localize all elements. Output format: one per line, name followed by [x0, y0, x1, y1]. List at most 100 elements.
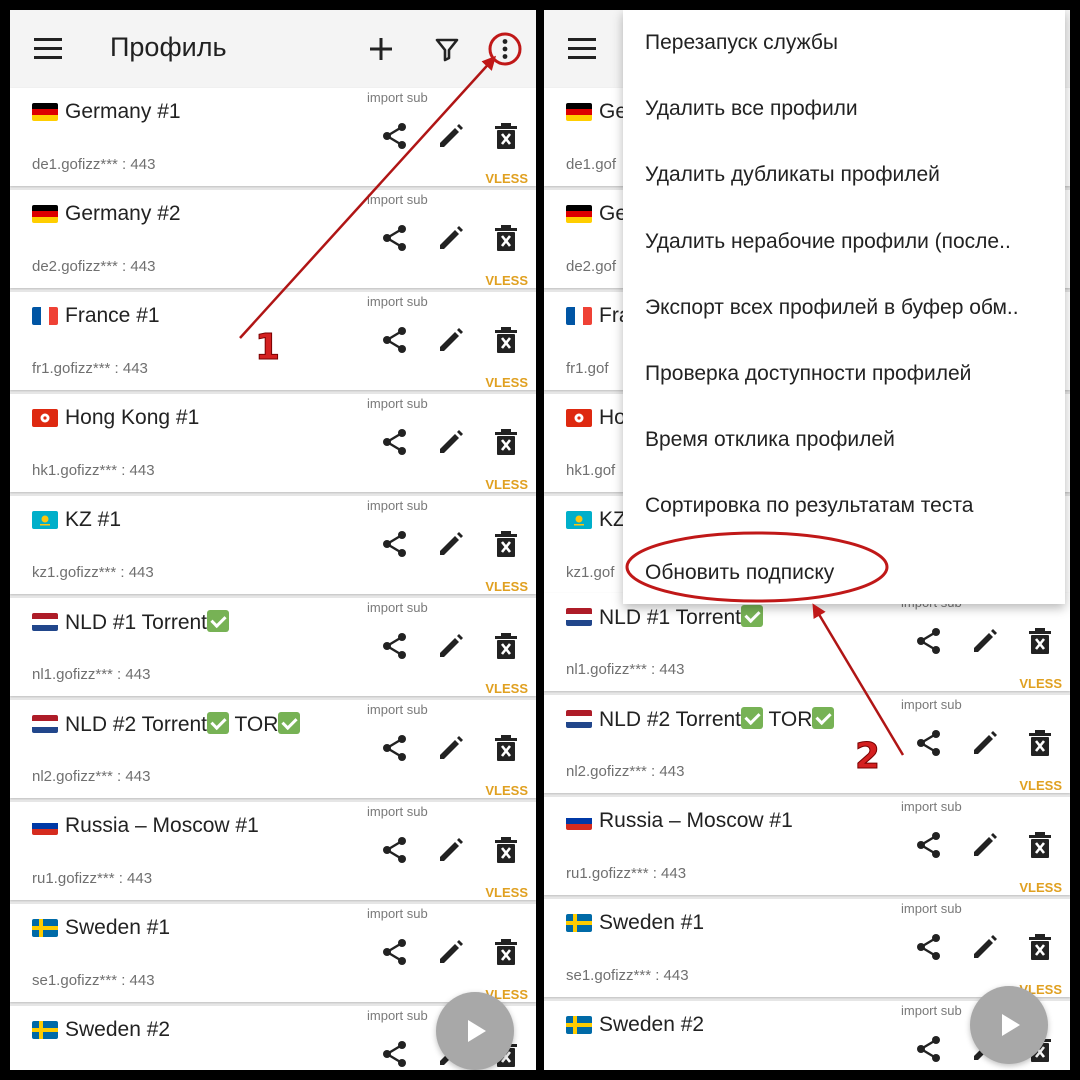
profile-name: Sweden #2: [65, 1018, 171, 1041]
edit-icon[interactable]: [969, 727, 1001, 759]
subscription-label: import sub: [901, 1003, 962, 1018]
profile-address: de2.gof: [566, 258, 617, 275]
delete-icon[interactable]: [1024, 727, 1056, 759]
profile-card[interactable]: Russia – Moscow #1 ru1.gofizz*** : 443 imp…: [544, 797, 1070, 895]
subscription-label: import sub: [367, 90, 428, 105]
edit-icon[interactable]: [435, 120, 467, 152]
profile-card[interactable]: Russia – Moscow #1 ru1.gofizz*** : 443 imp…: [10, 802, 536, 900]
delete-icon[interactable]: [1024, 931, 1056, 963]
protocol-badge: VLESS: [485, 885, 528, 900]
share-icon[interactable]: [379, 936, 411, 968]
overflow-menu: Перезапуск службы Удалить все профили Удал…: [623, 10, 1065, 604]
profile-name: France #1: [65, 304, 160, 327]
protocol-badge: VLESS: [485, 171, 528, 186]
menu-item[interactable]: Сортировка по результатам теста: [645, 481, 1055, 531]
plus-icon[interactable]: [364, 32, 398, 66]
flag-icon-hk: [566, 409, 592, 427]
share-icon[interactable]: [379, 630, 411, 662]
edit-icon[interactable]: [969, 931, 1001, 963]
profile-card[interactable]: Germany #1 de1.gofizz*** : 443 import sub V…: [10, 88, 536, 186]
share-icon[interactable]: [379, 426, 411, 458]
more-vert-icon[interactable]: [488, 32, 522, 66]
flag-icon-ru: [32, 817, 58, 835]
profile-card[interactable]: KZ #1 kz1.gofizz*** : 443 import sub VLESS: [10, 496, 536, 594]
share-icon[interactable]: [379, 834, 411, 866]
share-icon[interactable]: [379, 1038, 411, 1070]
profile-card[interactable]: Sweden #1 se1.gofizz*** : 443 import sub VL…: [544, 899, 1070, 997]
flag-icon-nl: [32, 613, 58, 631]
menu-icon[interactable]: [34, 35, 64, 63]
subscription-label: import sub: [367, 192, 428, 207]
share-icon[interactable]: [913, 829, 945, 861]
step-1-label: 1: [254, 327, 281, 369]
delete-icon[interactable]: [490, 630, 522, 662]
edit-icon[interactable]: [435, 834, 467, 866]
edit-icon[interactable]: [435, 324, 467, 356]
profile-address: hk1.gofizz*** : 443: [32, 462, 155, 479]
delete-icon[interactable]: [1024, 625, 1056, 657]
profile-name: Sweden #1: [65, 916, 171, 939]
share-icon[interactable]: [379, 324, 411, 356]
checkmark-icon: [741, 707, 764, 729]
protocol-badge: VLESS: [1019, 880, 1062, 895]
start-button[interactable]: [970, 986, 1048, 1064]
menu-item[interactable]: Удалить дубликаты профилей: [645, 150, 1055, 200]
subscription-label: import sub: [367, 1008, 428, 1023]
share-icon[interactable]: [379, 528, 411, 560]
edit-icon[interactable]: [435, 732, 467, 764]
edit-icon[interactable]: [435, 426, 467, 458]
edit-icon[interactable]: [435, 222, 467, 254]
menu-item[interactable]: Экспорт всех профилей в буфер обм..: [645, 283, 1055, 333]
share-icon[interactable]: [379, 222, 411, 254]
subscription-label: import sub: [367, 804, 428, 819]
menu-item[interactable]: Проверка доступности профилей: [645, 349, 1055, 399]
delete-icon[interactable]: [490, 426, 522, 458]
delete-icon[interactable]: [490, 222, 522, 254]
menu-item[interactable]: Обновить подписку: [645, 548, 1055, 598]
edit-icon[interactable]: [969, 625, 1001, 657]
profile-address: nl1.gofizz*** : 443: [566, 661, 685, 678]
profile-address: fr1.gofizz*** : 443: [32, 360, 148, 377]
share-icon[interactable]: [379, 120, 411, 152]
share-icon[interactable]: [913, 931, 945, 963]
edit-icon[interactable]: [435, 936, 467, 968]
delete-icon[interactable]: [1024, 829, 1056, 861]
profile-name: Sweden #2: [599, 1013, 705, 1036]
profile-card[interactable]: Germany #2 de2.gofizz*** : 443 import sub V…: [10, 190, 536, 288]
delete-icon[interactable]: [490, 120, 522, 152]
profile-card[interactable]: NLD #2 Torrent TOR nl2.gofizz*** : 443 imp…: [10, 700, 536, 798]
edit-icon[interactable]: [435, 528, 467, 560]
subscription-label: import sub: [367, 702, 428, 717]
start-button[interactable]: [436, 992, 514, 1070]
delete-icon[interactable]: [490, 732, 522, 764]
menu-icon[interactable]: [568, 35, 598, 63]
profile-name: Germany #1: [65, 100, 181, 123]
profile-address: nl2.gofizz*** : 443: [32, 768, 151, 785]
delete-icon[interactable]: [490, 528, 522, 560]
edit-icon[interactable]: [435, 630, 467, 662]
profile-name: NLD #2 Torrent TOR: [65, 712, 301, 737]
delete-icon[interactable]: [490, 834, 522, 866]
share-icon[interactable]: [379, 732, 411, 764]
edit-icon[interactable]: [969, 829, 1001, 861]
delete-icon[interactable]: [490, 324, 522, 356]
profile-name: Germany #2: [65, 202, 181, 225]
menu-item[interactable]: Перезапуск службы: [645, 18, 1055, 68]
menu-item[interactable]: Время отклика профилей: [645, 415, 1055, 465]
profile-card[interactable]: NLD #1 Torrentnl1.gofizz*** : 443import …: [10, 598, 536, 696]
flag-icon-fr: [566, 307, 592, 325]
subscription-label: import sub: [901, 799, 962, 814]
profile-name: NLD #1 Torrent: [65, 610, 230, 635]
share-icon[interactable]: [913, 1033, 945, 1065]
menu-item[interactable]: Удалить все профили: [645, 84, 1055, 134]
menu-item[interactable]: Удалить нерабочие профили (после..: [645, 217, 1055, 267]
profile-card[interactable]: NLD #1 Torrentnl1.gofizz*** : 443import …: [544, 593, 1070, 691]
share-icon[interactable]: [913, 727, 945, 759]
profile-card[interactable]: NLD #2 Torrent TOR nl2.gofizz*** : 443 imp…: [544, 695, 1070, 793]
profile-card[interactable]: Sweden #1 se1.gofizz*** : 443 import sub VL…: [10, 904, 536, 1002]
delete-icon[interactable]: [490, 936, 522, 968]
flag-icon-nl: [566, 710, 592, 728]
share-icon[interactable]: [913, 625, 945, 657]
filter-icon[interactable]: [430, 32, 464, 66]
profile-card[interactable]: Hong Kong #1 hk1.gofizz*** : 443 import su…: [10, 394, 536, 492]
